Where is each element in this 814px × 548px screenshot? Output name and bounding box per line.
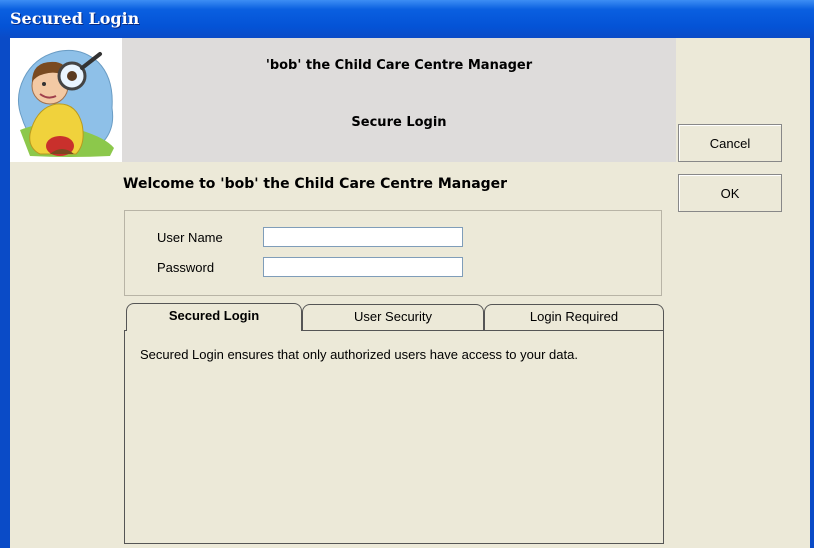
tab-login-required[interactable]: Login Required <box>484 304 664 330</box>
password-input[interactable] <box>263 257 463 277</box>
app-name-heading: 'bob' the Child Care Centre Manager <box>265 58 533 73</box>
dialog-client-area: 'bob' the Child Care Centre Manager Secu… <box>10 38 810 548</box>
title-bar[interactable]: Secured Login <box>0 0 814 38</box>
password-label: Password <box>157 260 215 275</box>
window-frame-left <box>0 38 10 548</box>
welcome-message: Welcome to 'bob' the Child Care Centre M… <box>123 176 508 192</box>
tab-description: Secured Login ensures that only authoriz… <box>140 347 578 362</box>
username-label: User Name <box>157 230 223 245</box>
window-frame-right <box>810 38 814 548</box>
username-input[interactable] <box>263 227 463 247</box>
ok-button[interactable]: OK <box>678 174 782 212</box>
credentials-panel: User Name Password <box>124 210 662 296</box>
tab-secured-login[interactable]: Secured Login <box>126 303 302 331</box>
info-tabs: Secured Login User Security Login Requir… <box>124 303 664 544</box>
detective-magnifying-glass-icon <box>10 38 122 162</box>
header-band: 'bob' the Child Care Centre Manager Secu… <box>122 38 676 162</box>
cancel-button[interactable]: Cancel <box>678 124 782 162</box>
window-title: Secured Login <box>10 9 140 28</box>
secure-login-heading: Secure Login <box>351 115 447 130</box>
tab-user-security[interactable]: User Security <box>302 304 484 330</box>
tab-panel: Secured Login ensures that only authoriz… <box>124 330 664 544</box>
